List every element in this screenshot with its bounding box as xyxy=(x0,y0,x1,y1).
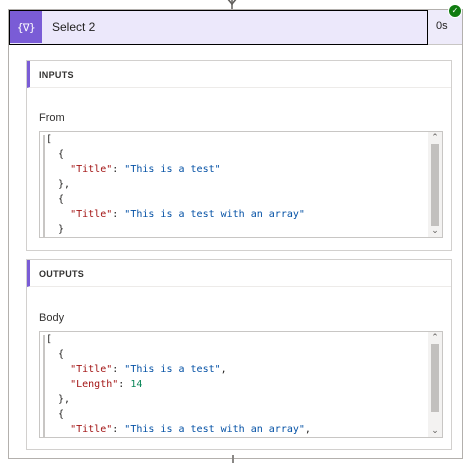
code-line: "Length": 14 xyxy=(46,377,424,392)
code-line: } xyxy=(46,222,424,237)
code-line: "Title": "This is a test", xyxy=(46,362,424,377)
code-token: , xyxy=(304,424,311,435)
code-token: "Title" xyxy=(70,364,113,375)
success-status-badge: ✓ xyxy=(448,4,462,18)
scroll-up-icon[interactable]: ⌃ xyxy=(428,332,442,344)
checkmark-icon: ✓ xyxy=(451,6,459,15)
code-token: { xyxy=(46,194,65,205)
outputs-section-header[interactable]: OUTPUTS xyxy=(27,260,451,287)
body-code-lines[interactable]: [ { "Title": "This is a test", "Length":… xyxy=(46,332,424,437)
code-line: "Title": "This is a test" xyxy=(46,162,424,177)
action-duration: 0s xyxy=(436,20,448,32)
code-token: : xyxy=(112,424,125,435)
code-token: "This is a test" xyxy=(124,364,221,375)
code-token: : xyxy=(112,364,125,375)
code-token: : xyxy=(118,379,131,390)
from-scrollbar[interactable]: ⌃ ⌄ xyxy=(428,132,442,237)
code-line: { xyxy=(46,192,424,207)
code-line: { xyxy=(46,347,424,362)
code-line: [ xyxy=(46,132,424,147)
code-line: }, xyxy=(46,177,424,192)
action-card: {∇} Select 2 0s INPUTS From [ { "Title":… xyxy=(8,9,463,459)
code-fold-gutter xyxy=(43,335,45,437)
code-line: { xyxy=(46,147,424,162)
code-token: : xyxy=(112,209,125,220)
body-scrollbar-thumb[interactable] xyxy=(431,344,439,412)
scroll-down-icon[interactable]: ⌄ xyxy=(428,425,442,437)
code-token: "Title" xyxy=(70,209,113,220)
code-fold-gutter xyxy=(43,135,45,237)
code-token: "This is a test" xyxy=(124,164,221,175)
code-token: "This is a test with an array" xyxy=(124,424,305,435)
outputs-section-title: OUTPUTS xyxy=(39,269,85,279)
code-token: [ xyxy=(46,334,53,345)
inputs-section-header[interactable]: INPUTS xyxy=(27,61,451,88)
code-token: { xyxy=(46,409,65,420)
select-action-icon: {∇} xyxy=(10,11,42,43)
code-line: [ xyxy=(46,332,424,347)
code-token: { xyxy=(46,149,65,160)
outputs-section: OUTPUTS Body [ { "Title": "This is a tes… xyxy=(26,259,452,450)
code-token: "Title" xyxy=(70,424,113,435)
code-token: : xyxy=(112,164,125,175)
select-icon-glyph: {∇} xyxy=(16,20,36,34)
code-token: [ xyxy=(46,134,53,145)
from-field-label: From xyxy=(39,112,65,124)
action-header[interactable]: {∇} Select 2 0s xyxy=(9,10,462,45)
inputs-section-title: INPUTS xyxy=(39,70,74,80)
code-token: } xyxy=(46,224,65,235)
code-token: , xyxy=(220,364,227,375)
action-header-title-area[interactable]: {∇} Select 2 xyxy=(9,10,428,45)
from-code-box[interactable]: [ { "Title": "This is a test" }, { "Titl… xyxy=(39,131,443,238)
scroll-up-icon[interactable]: ⌃ xyxy=(428,132,442,144)
code-token: "Length" xyxy=(70,379,119,390)
code-line: }, xyxy=(46,392,424,407)
action-title: Select 2 xyxy=(52,20,96,34)
inputs-section: INPUTS From [ { "Title": "This is a test… xyxy=(26,60,452,251)
code-token: "Title" xyxy=(70,164,113,175)
code-token: 14 xyxy=(130,379,143,390)
code-line: "Title": "This is a test with an array" xyxy=(46,207,424,222)
code-line: "Title": "This is a test with an array", xyxy=(46,422,424,437)
down-arrow-icon xyxy=(227,0,237,6)
body-field-label: Body xyxy=(39,312,65,324)
scroll-down-icon[interactable]: ⌄ xyxy=(428,225,442,237)
flow-connector-bottom xyxy=(232,455,234,463)
body-code-box[interactable]: [ { "Title": "This is a test", "Length":… xyxy=(39,331,443,438)
code-token: "This is a test with an array" xyxy=(124,209,305,220)
code-token: }, xyxy=(46,179,71,190)
code-token: }, xyxy=(46,394,71,405)
code-token: { xyxy=(46,349,65,360)
code-line: { xyxy=(46,407,424,422)
from-code-lines[interactable]: [ { "Title": "This is a test" }, { "Titl… xyxy=(46,132,424,237)
from-scrollbar-thumb[interactable] xyxy=(431,144,439,226)
body-scrollbar[interactable]: ⌃ ⌄ xyxy=(428,332,442,437)
